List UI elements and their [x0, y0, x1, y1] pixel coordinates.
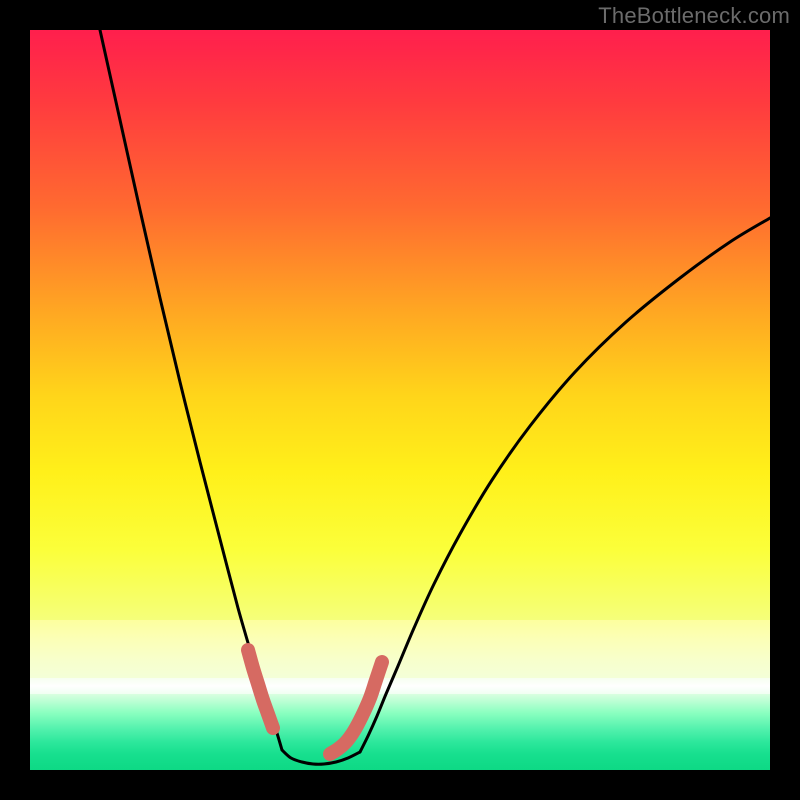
heat-band-white — [30, 678, 770, 694]
outer-black-frame: TheBottleneck.com — [0, 0, 800, 800]
heat-gradient-upper — [30, 30, 770, 620]
heat-band-green — [30, 694, 770, 770]
watermark-text: TheBottleneck.com — [598, 3, 790, 29]
heat-band-paleyellow — [30, 620, 770, 678]
plot-area — [30, 30, 770, 770]
